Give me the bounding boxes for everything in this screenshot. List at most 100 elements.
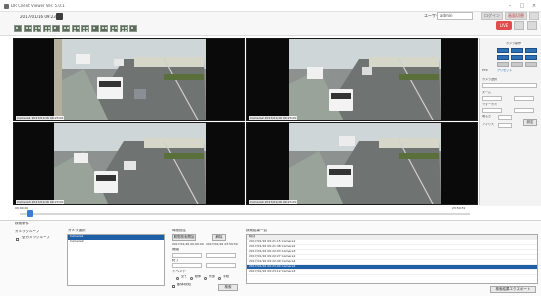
motion-checkbox-label: 動体検知 [177, 283, 191, 286]
maximize-button[interactable]: □ [518, 3, 526, 9]
zoom-field[interactable] [482, 96, 502, 101]
radio-dot[interactable] [204, 277, 207, 280]
video-timestamp: Camera3 2017/01/16 09:23:00 [16, 200, 65, 204]
switch-screen-button[interactable]: 画面切替 [505, 12, 527, 20]
zoom-field-2[interactable] [514, 96, 534, 101]
execute-search-button[interactable]: 検索 [218, 284, 238, 291]
video-feed-2[interactable]: Camera2 2017/01/16 09:23:00 [246, 38, 478, 121]
layout-button-11[interactable] [110, 25, 118, 32]
all-groups-checkbox[interactable] [16, 237, 19, 242]
camera-group-label: カメラグループ [15, 230, 40, 233]
layout-button-7[interactable] [71, 25, 80, 32]
camera-listbox[interactable]: Camera1 Camera2 [67, 234, 165, 286]
event-label: イベント [172, 270, 186, 273]
close-button[interactable]: × [530, 3, 538, 9]
radio-dot[interactable] [218, 277, 221, 280]
event-radio-manual[interactable] [218, 276, 221, 281]
focus-field[interactable] [482, 108, 502, 113]
radio-dot[interactable] [190, 277, 193, 280]
layout-button-4[interactable] [42, 25, 51, 32]
layout-button-9[interactable] [90, 25, 99, 32]
user-field[interactable]: admin [437, 12, 473, 20]
from-date-text: 2017/01/16 00:00:00 [172, 243, 204, 246]
checkbox-box[interactable] [172, 285, 175, 288]
clear-button[interactable]: 解除 [212, 234, 226, 241]
layout-button-13[interactable] [129, 25, 138, 32]
side-button-a[interactable] [514, 21, 524, 30]
preset-label[interactable]: プリセット [497, 69, 512, 72]
search-section-title: 検索条件 [15, 222, 29, 225]
video-timestamp: Camera2 2017/01/16 09:23:00 [249, 116, 298, 120]
ptz-right-button[interactable] [525, 55, 537, 60]
panel-title: カメラ操作 [506, 42, 522, 45]
video-timestamp: Camera4 2017/01/16 09:23:00 [249, 200, 298, 204]
layout-button-8[interactable] [81, 25, 90, 32]
ptz-down-button[interactable] [511, 62, 523, 67]
list-item[interactable]: Camera2 [68, 240, 164, 245]
results-label: 検索結果一覧 [246, 229, 267, 232]
iris-label: アイリス [482, 123, 494, 126]
iris-field[interactable] [498, 123, 512, 128]
layout-button-10[interactable] [100, 25, 109, 32]
to-date-field[interactable] [206, 253, 236, 258]
camera-scene-4 [289, 123, 441, 204]
layout-button-12[interactable] [119, 25, 128, 32]
checkbox-box[interactable] [16, 238, 19, 241]
ptz-left-button[interactable] [497, 55, 509, 60]
title-bar [0, 0, 541, 12]
minimize-button[interactable]: – [506, 3, 514, 9]
ptz-label: PTZ [482, 69, 488, 72]
live-label: LIVE [499, 23, 509, 28]
brightness-field[interactable] [498, 115, 512, 120]
video-feed-4[interactable]: Camera4 2017/01/16 09:23:00 [246, 122, 478, 205]
camera-list-label: カメラ選択 [68, 229, 86, 232]
layout-button-3[interactable] [33, 25, 42, 32]
results-table[interactable]: 時刻 2017/01/16 09:21:15 Camera1 2017/01/1… [246, 234, 538, 284]
from-label: 開始 [172, 248, 179, 251]
video-timestamp: Camera1 2017/01/16 09:23:00 [16, 116, 65, 120]
camera-scene-3 [54, 123, 206, 204]
calendar-icon[interactable] [56, 13, 63, 20]
live-button[interactable]: LIVE [496, 21, 512, 30]
window-title: DR Client Viewer Ver. 5.0.1 [11, 4, 65, 8]
focus-field-2[interactable] [514, 108, 534, 113]
ptz-down-right-button[interactable] [525, 62, 537, 67]
to-time-field[interactable] [206, 263, 236, 268]
timeline-track[interactable] [20, 213, 470, 215]
layout-button-1[interactable] [14, 25, 22, 32]
event-option-label: 手動 [223, 275, 230, 278]
layout-button-2[interactable] [23, 25, 32, 32]
video-feed-3[interactable]: Camera3 2017/01/16 09:23:00 [13, 122, 245, 205]
event-radio-motion[interactable] [190, 276, 193, 281]
radio-dot[interactable] [176, 277, 179, 280]
ptz-center-button[interactable] [511, 55, 523, 60]
timeline-slider-thumb[interactable] [27, 210, 33, 217]
table-row[interactable]: 2017/01/16 09:23:12 Camera3 [247, 270, 537, 275]
ptz-up-button[interactable] [511, 48, 523, 53]
export-results-button[interactable]: 検索結果エクスポート [490, 286, 536, 293]
apply-settings-button[interactable]: 設定 [523, 119, 537, 126]
app-icon [4, 4, 9, 9]
event-radio-all[interactable] [176, 276, 179, 281]
all-groups-label: 全カメラグループ [22, 236, 50, 239]
period-search-button[interactable]: 期間検索開始 [172, 234, 196, 241]
ptz-down-left-button[interactable] [497, 62, 509, 67]
layout-button-5[interactable] [52, 25, 61, 32]
camera-select-label: カメラ選択 [482, 78, 498, 81]
ptz-up-right-button[interactable] [525, 48, 537, 53]
from-time-field[interactable] [172, 263, 202, 268]
timeline-end: 23:59:59 [452, 207, 466, 210]
event-radio-external[interactable] [204, 276, 207, 281]
camera-select[interactable] [482, 83, 537, 88]
time-section-label: 時間指定 [172, 229, 186, 232]
ptz-up-left-button[interactable] [497, 48, 509, 53]
event-option-label: 外部 [209, 275, 216, 278]
from-date-field[interactable] [172, 253, 202, 258]
video-feed-1[interactable]: Camera1 2017/01/16 09:23:00 [13, 38, 245, 121]
extra-button[interactable] [529, 12, 539, 20]
login-button[interactable]: ログイン [481, 12, 503, 20]
camera-scene-1 [54, 39, 206, 120]
layout-button-6[interactable] [62, 25, 70, 32]
side-button-b[interactable] [527, 21, 537, 30]
motion-checkbox[interactable] [172, 284, 175, 289]
